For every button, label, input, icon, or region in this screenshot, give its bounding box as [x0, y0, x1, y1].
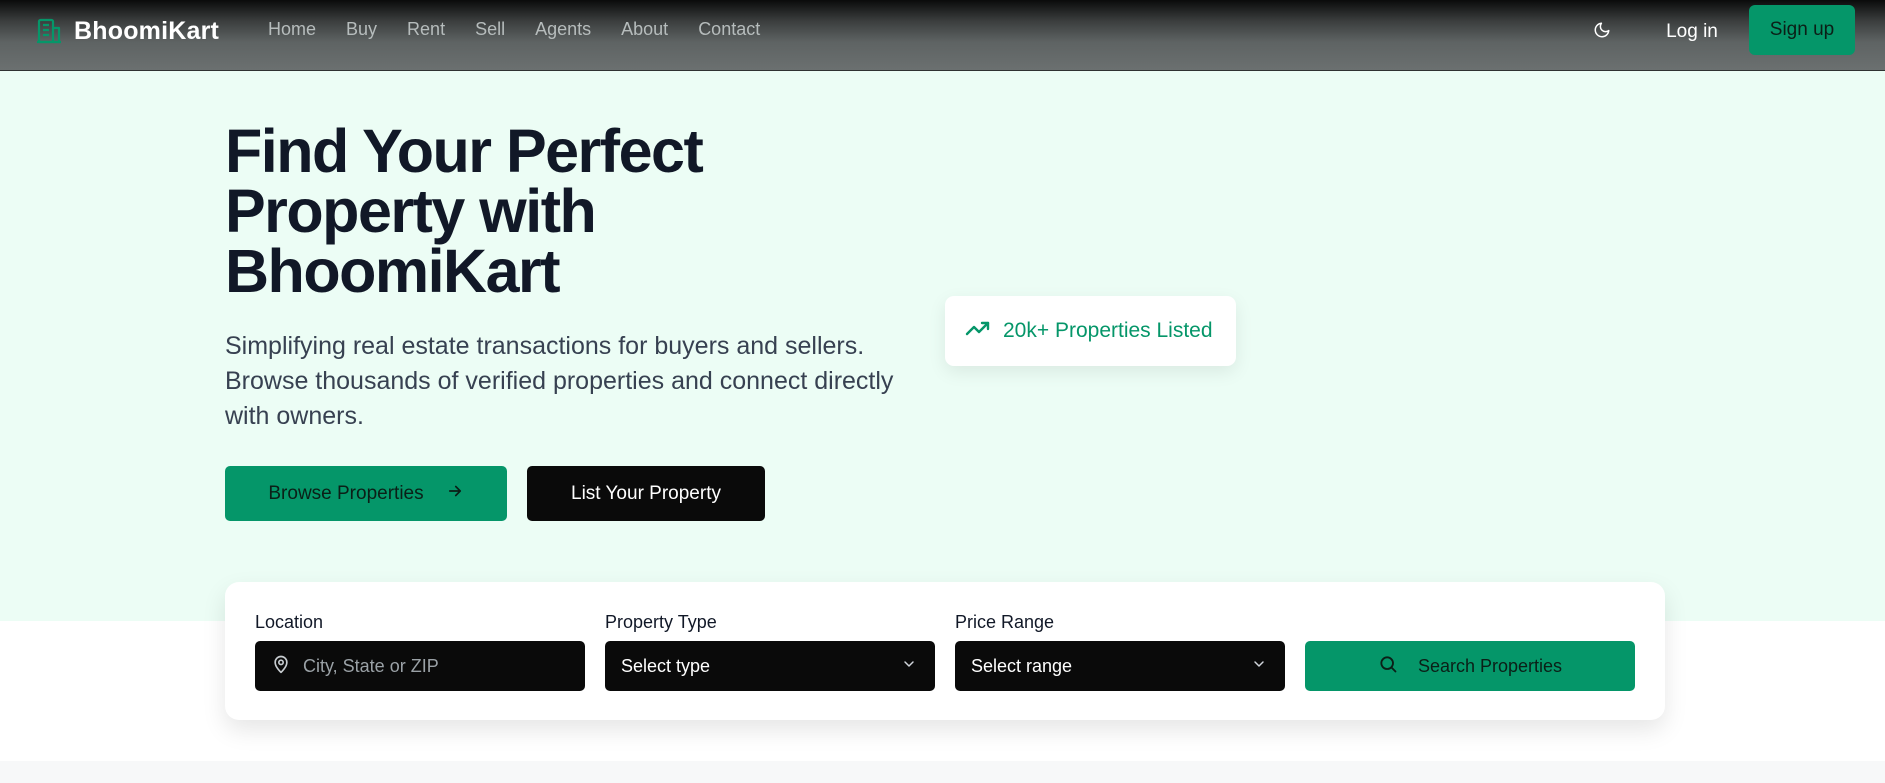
location-label: Location	[255, 612, 324, 632]
signup-button[interactable]: Sign up	[1749, 5, 1855, 55]
map-pin-icon	[271, 653, 291, 680]
chevron-down-icon	[1251, 656, 1267, 677]
browse-properties-button[interactable]: Browse Properties	[225, 466, 507, 521]
price-range-value: Select range	[971, 655, 1073, 676]
browse-properties-label: Browse Properties	[268, 482, 424, 504]
navbar: BhoomiKart Home Buy Rent Sell Agents Abo…	[0, 0, 1885, 71]
brand-logo[interactable]: BhoomiKart	[34, 14, 219, 48]
nav-sell[interactable]: Sell	[475, 19, 505, 40]
property-type-value: Select type	[621, 655, 711, 676]
properties-stat-card: 20k+ Properties Listed	[945, 296, 1236, 366]
arrow-right-icon	[446, 482, 464, 506]
hero-subtitle: Simplifying real estate transactions for…	[225, 332, 894, 430]
properties-stat-text: 20k+ Properties Listed	[1003, 319, 1213, 342]
building-icon	[34, 16, 64, 46]
hero-title: Find Your Perfect Property with BhoomiKa…	[225, 117, 704, 305]
hero-section: Find Your Perfect Property with BhoomiKa…	[0, 71, 1885, 621]
property-type-select[interactable]: Select type	[605, 641, 935, 691]
search-icon	[1378, 654, 1398, 679]
page: BhoomiKart Home Buy Rent Sell Agents Abo…	[0, 0, 1885, 783]
brand-name: BhoomiKart	[74, 16, 220, 45]
nav-rent[interactable]: Rent	[407, 19, 445, 40]
location-input[interactable]	[303, 655, 543, 677]
main-nav: Home Buy Rent Sell Agents About Contact	[268, 19, 760, 40]
search-properties-label: Search Properties	[1417, 655, 1563, 676]
nav-home[interactable]: Home	[268, 19, 316, 40]
nav-buy[interactable]: Buy	[346, 19, 377, 40]
login-button[interactable]: Log in	[1648, 16, 1736, 48]
theme-toggle-button[interactable]	[1586, 16, 1618, 48]
location-field[interactable]	[255, 641, 585, 691]
price-range-label: Price Range	[955, 612, 1055, 632]
search-panel: Location Property Type Select type Price…	[225, 582, 1665, 720]
moon-icon	[1593, 21, 1611, 44]
property-type-label: Property Type	[605, 612, 717, 632]
nav-contact[interactable]: Contact	[698, 19, 760, 40]
nav-agents[interactable]: Agents	[535, 19, 591, 40]
trending-up-icon	[965, 318, 991, 344]
search-properties-button[interactable]: Search Properties	[1305, 641, 1635, 691]
nav-about[interactable]: About	[621, 19, 668, 40]
list-property-button[interactable]: List Your Property	[527, 466, 765, 521]
price-range-select[interactable]: Select range	[955, 641, 1285, 691]
chevron-down-icon	[901, 656, 917, 677]
